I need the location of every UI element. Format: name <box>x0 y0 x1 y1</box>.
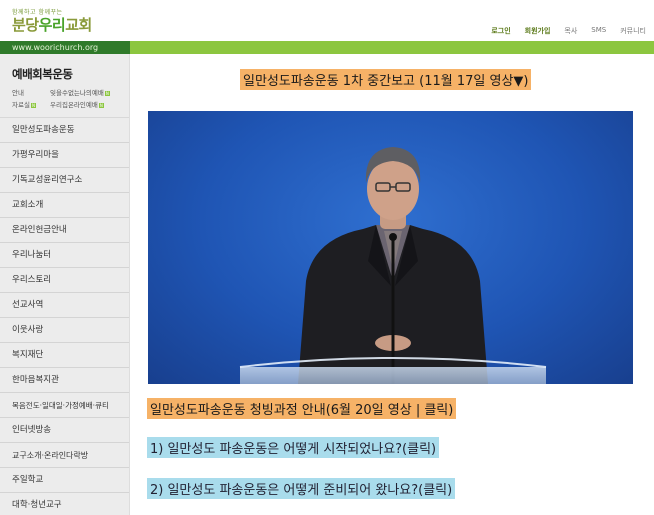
logo-text-2: 우리 <box>38 16 66 34</box>
sidebar-item[interactable]: 기독교성윤리연구소 <box>0 168 129 193</box>
sidebar-item[interactable]: 대학·청년교구 <box>0 493 129 515</box>
sidebar-title: 예배회복운동 <box>12 67 73 81</box>
sidebar-item[interactable]: 온라인헌금안내 <box>0 218 129 243</box>
speaker-video-frame <box>239 147 547 384</box>
new-badge-icon: N <box>30 102 36 108</box>
new-badge-icon: N <box>104 90 110 96</box>
sms-link[interactable]: SMS <box>591 26 606 36</box>
pastor-link[interactable]: 목사 <box>564 26 577 36</box>
site-url: www.woorichurch.org <box>0 41 130 54</box>
sidebar-menu: 일만성도파송운동 가평우리마을 기독교성윤리연구소 교회소개 온라인헌금안내 우… <box>0 118 129 515</box>
main-content: 일만성도파송운동 1차 중간보고 (11월 17일 영상▼) 일만성도파송운동 … <box>130 54 654 515</box>
sub-link-unforgettable[interactable]: 잊을수없는나의예배 N <box>50 87 129 97</box>
top-nav: 로그인 회원가입 목사 SMS 커뮤니티 <box>491 26 646 36</box>
question-link-2[interactable]: 2) 일만성도 파송운동은 어떻게 준비되어 왔나요?(클릭) <box>147 478 456 499</box>
site-logo[interactable]: 분당우리교회 <box>12 14 92 35</box>
signup-link[interactable]: 회원가입 <box>525 26 551 36</box>
sidebar-item[interactable]: 한마음복지관 <box>0 368 129 393</box>
sidebar-item[interactable]: 가평우리마을 <box>0 143 129 168</box>
sidebar-item[interactable]: 우리나눔터 <box>0 243 129 268</box>
guide-link[interactable]: 일만성도파송운동 청빙과정 안내(6월 20일 영상 | 클릭) <box>147 398 457 419</box>
login-link[interactable]: 로그인 <box>491 26 510 36</box>
sidebar-item[interactable]: 선교사역 <box>0 293 129 318</box>
sidebar-item[interactable]: 일만성도파송운동 <box>0 118 129 143</box>
sidebar-item[interactable]: 우리스토리 <box>0 268 129 293</box>
logo-text-1: 분당 <box>12 16 39 34</box>
sidebar-item[interactable]: 이웃사랑 <box>0 318 129 343</box>
new-badge-icon: N <box>98 102 104 108</box>
sidebar-item[interactable]: 복음전도·일대일·가정예배·큐티 <box>0 393 129 418</box>
sidebar-item[interactable]: 인터넷방송 <box>0 418 129 443</box>
sidebar-item[interactable]: 교구소개·온라인다락방 <box>0 443 129 468</box>
sidebar-sub-links: 안내 잊을수없는나의예배 N 자료실 N 우리집온라인예배 N <box>12 87 129 109</box>
sidebar-item[interactable]: 교회소개 <box>0 193 129 218</box>
sub-link-guide[interactable]: 안내 <box>12 87 50 97</box>
site-header: 함께하고 함께꾸는 분당우리교회 로그인 회원가입 목사 SMS 커뮤니티 <box>0 0 654 41</box>
logo-text-3: 교회 <box>65 16 92 34</box>
sidebar: 예배회복운동 안내 잊을수없는나의예배 N 자료실 N 우리집온라인예배 N 일만성도… <box>0 54 130 515</box>
sidebar-item[interactable]: 복지재단 <box>0 343 129 368</box>
sidebar-header: 예배회복운동 안내 잊을수없는나의예배 N 자료실 N 우리집온라인예배 N <box>0 54 129 118</box>
video-player[interactable] <box>148 111 633 384</box>
question-link-1[interactable]: 1) 일만성도 파송운동은 어떻게 시작되었나요?(클릭) <box>147 437 440 458</box>
page-heading: 일만성도파송운동 1차 중간보고 (11월 17일 영상▼) <box>240 69 532 90</box>
sub-link-archive[interactable]: 자료실 N <box>12 99 50 109</box>
sub-link-home-worship[interactable]: 우리집온라인예배 N <box>50 99 129 109</box>
community-link[interactable]: 커뮤니티 <box>620 26 646 36</box>
sidebar-item[interactable]: 주일학교 <box>0 468 129 493</box>
